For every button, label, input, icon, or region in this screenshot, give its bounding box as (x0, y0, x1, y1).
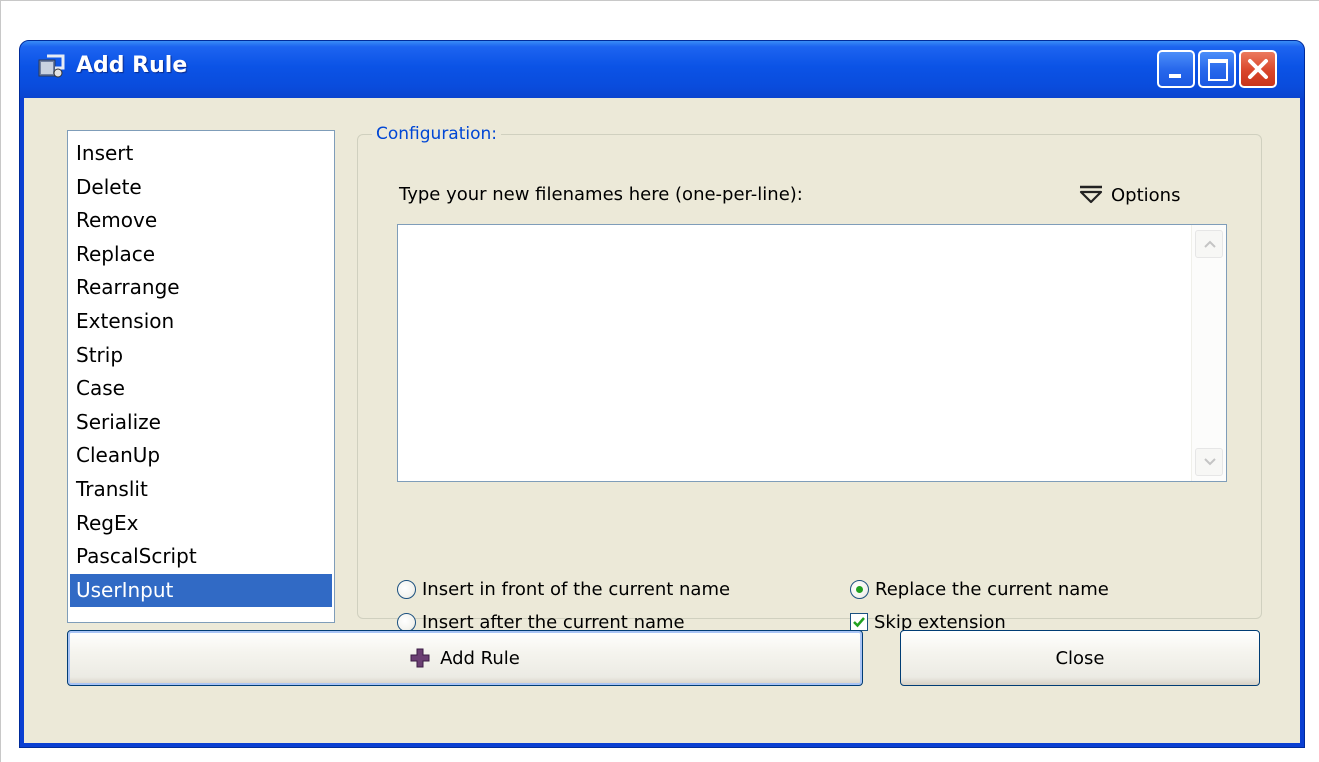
rule-item-delete[interactable]: Delete (70, 171, 332, 205)
rule-item-regex[interactable]: RegEx (70, 507, 332, 541)
checkmark-icon (853, 617, 865, 628)
radio-replace-circle[interactable] (850, 579, 869, 599)
maximize-button[interactable] (1198, 50, 1236, 88)
plus-icon (410, 648, 430, 668)
scroll-up-button[interactable] (1195, 230, 1223, 258)
chevron-down-icon (1204, 458, 1216, 466)
rule-type-list[interactable]: Insert Delete Remove Replace Rearrange E… (67, 130, 335, 623)
close-label: Close (1055, 647, 1105, 669)
add-rule-label: Add Rule (440, 647, 520, 669)
rule-item-userinput[interactable]: UserInput (70, 573, 332, 608)
rule-item-rearrange[interactable]: Rearrange (70, 271, 332, 305)
app-window-icon (37, 54, 65, 80)
close-icon (1248, 59, 1268, 79)
configuration-legend: Configuration: (372, 124, 502, 144)
options-button[interactable]: Options (1079, 180, 1180, 210)
rule-item-pascalscript[interactable]: PascalScript (70, 540, 332, 574)
options-dropdown-icon (1079, 185, 1103, 204)
radio-replace[interactable]: Replace the current name (850, 576, 1109, 602)
radio-insert-after-circle[interactable] (397, 612, 416, 632)
skip-extension-checkbox[interactable] (850, 613, 868, 631)
minimize-button[interactable] (1157, 50, 1195, 88)
textarea-scrollbar[interactable] (1191, 225, 1226, 481)
rule-item-cleanup[interactable]: CleanUp (70, 439, 332, 473)
scroll-down-button[interactable] (1195, 448, 1223, 476)
close-window-button[interactable] (1239, 50, 1277, 88)
radio-replace-label: Replace the current name (875, 578, 1109, 600)
options-label: Options (1111, 184, 1181, 206)
radio-insert-front-label: Insert in front of the current name (422, 578, 731, 600)
rule-item-translit[interactable]: Translit (70, 473, 332, 507)
rule-item-replace[interactable]: Replace (70, 238, 332, 272)
title-bar[interactable]: Add Rule (20, 41, 1304, 98)
new-filenames-textarea[interactable] (397, 224, 1227, 482)
rule-item-case[interactable]: Case (70, 372, 332, 406)
rule-item-remove[interactable]: Remove (70, 204, 332, 238)
close-button[interactable]: Close (900, 630, 1260, 686)
rule-item-insert[interactable]: Insert (70, 137, 332, 171)
radio-insert-front[interactable]: Insert in front of the current name (397, 576, 730, 602)
radio-insert-front-circle[interactable] (397, 579, 416, 599)
rule-item-strip[interactable]: Strip (70, 339, 332, 373)
window-title: Add Rule (76, 53, 188, 78)
instructions-label: Type your new filenames here (one-per-li… (399, 184, 803, 205)
chevron-up-icon (1204, 240, 1216, 248)
rule-item-serialize[interactable]: Serialize (70, 406, 332, 440)
rule-item-extension[interactable]: Extension (70, 305, 332, 339)
add-rule-window: Add Rule Insert Delete Remove Replace Re… (19, 40, 1305, 748)
dialog-client-area: Insert Delete Remove Replace Rearrange E… (24, 98, 1300, 743)
add-rule-button[interactable]: Add Rule (67, 630, 863, 686)
